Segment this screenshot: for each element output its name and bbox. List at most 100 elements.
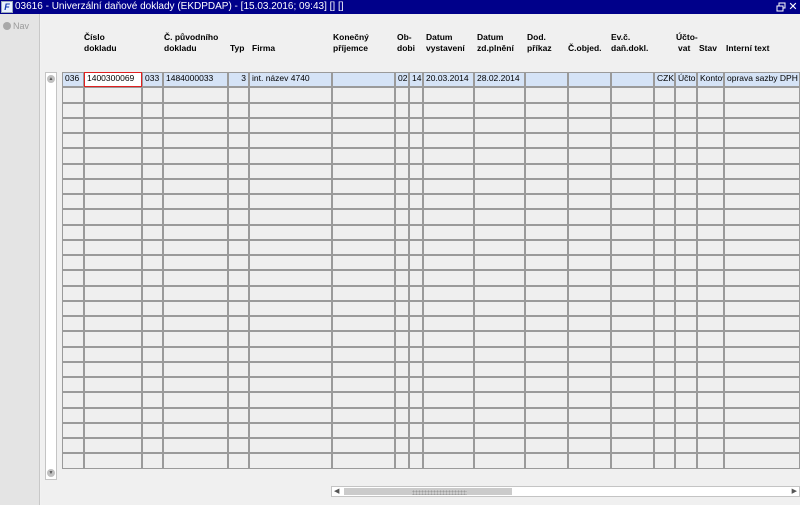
cell-c0[interactable] — [62, 377, 84, 392]
cell-c9[interactable] — [423, 133, 474, 148]
cell-c16[interactable] — [697, 194, 724, 209]
cell-c4[interactable] — [228, 316, 249, 331]
cell-c17[interactable] — [724, 377, 800, 392]
cell-c2[interactable] — [142, 377, 163, 392]
cell-c5[interactable] — [249, 453, 332, 469]
cell-c14[interactable] — [654, 270, 675, 286]
cell-c8[interactable] — [409, 118, 423, 133]
cell-c14[interactable] — [654, 362, 675, 377]
cell-c16[interactable]: Kontov — [697, 72, 724, 87]
cell-c13[interactable] — [611, 377, 654, 392]
cell-c13[interactable] — [611, 347, 654, 362]
cell-c7[interactable] — [395, 438, 409, 453]
cell-c15[interactable] — [675, 377, 697, 392]
cell-c1[interactable] — [84, 133, 142, 148]
cell-c16[interactable] — [697, 133, 724, 148]
cell-c8[interactable] — [409, 453, 423, 469]
cell-c17[interactable] — [724, 316, 800, 331]
cell-c2[interactable] — [142, 148, 163, 164]
cell-c8[interactable] — [409, 438, 423, 453]
cell-c5[interactable] — [249, 255, 332, 270]
header-obdobi[interactable]: Ob-dobi — [397, 32, 415, 54]
cell-c2[interactable] — [142, 362, 163, 377]
cell-c16[interactable] — [697, 423, 724, 438]
cell-c0[interactable] — [62, 270, 84, 286]
cell-c2[interactable] — [142, 316, 163, 331]
cell-c17[interactable] — [724, 301, 800, 316]
cell-c17[interactable] — [724, 87, 800, 103]
cell-c0[interactable] — [62, 423, 84, 438]
cell-c16[interactable] — [697, 270, 724, 286]
cell-c4[interactable] — [228, 453, 249, 469]
cell-c4[interactable] — [228, 270, 249, 286]
cell-c5[interactable]: int. název 4740 — [249, 72, 332, 87]
cell-c2[interactable] — [142, 301, 163, 316]
cell-c15[interactable] — [675, 438, 697, 453]
cell-c11[interactable] — [525, 377, 568, 392]
cell-c4[interactable] — [228, 392, 249, 408]
cell-c0[interactable] — [62, 392, 84, 408]
cell-c11[interactable] — [525, 209, 568, 225]
cell-c10[interactable] — [474, 270, 525, 286]
cell-c9[interactable] — [423, 179, 474, 194]
cell-c9[interactable] — [423, 392, 474, 408]
cell-c17[interactable] — [724, 331, 800, 347]
cell-c3[interactable] — [163, 164, 228, 179]
cell-c17[interactable] — [724, 423, 800, 438]
cell-c9[interactable] — [423, 377, 474, 392]
cell-c4[interactable] — [228, 240, 249, 255]
cell-c4[interactable] — [228, 118, 249, 133]
cell-c6[interactable] — [332, 133, 395, 148]
cell-c2[interactable] — [142, 87, 163, 103]
cell-c7[interactable] — [395, 148, 409, 164]
cell-c11[interactable] — [525, 423, 568, 438]
cell-c12[interactable] — [568, 331, 611, 347]
cell-c11[interactable] — [525, 301, 568, 316]
cell-c17[interactable] — [724, 179, 800, 194]
cell-c1[interactable] — [84, 225, 142, 240]
cell-c4[interactable] — [228, 179, 249, 194]
cell-c8[interactable] — [409, 347, 423, 362]
cell-c3[interactable] — [163, 133, 228, 148]
cell-c12[interactable] — [568, 148, 611, 164]
cell-c6[interactable] — [332, 148, 395, 164]
cell-c1[interactable] — [84, 209, 142, 225]
cell-c6[interactable] — [332, 423, 395, 438]
cell-c11[interactable] — [525, 453, 568, 469]
cell-c8[interactable] — [409, 392, 423, 408]
cell-c15[interactable] — [675, 225, 697, 240]
cell-c11[interactable] — [525, 438, 568, 453]
cell-c2[interactable] — [142, 118, 163, 133]
cell-c3[interactable] — [163, 286, 228, 301]
cell-c11[interactable] — [525, 255, 568, 270]
cell-c6[interactable] — [332, 103, 395, 118]
cell-c0[interactable] — [62, 438, 84, 453]
cell-c2[interactable] — [142, 408, 163, 423]
cell-c17[interactable] — [724, 133, 800, 148]
cell-c16[interactable] — [697, 179, 724, 194]
cell-c5[interactable] — [249, 316, 332, 331]
cell-c17[interactable] — [724, 347, 800, 362]
cell-c10[interactable] — [474, 286, 525, 301]
cell-c5[interactable] — [249, 347, 332, 362]
cell-c5[interactable] — [249, 392, 332, 408]
cell-c9[interactable] — [423, 148, 474, 164]
cell-c4[interactable]: 3 — [228, 72, 249, 87]
cell-c12[interactable] — [568, 133, 611, 148]
cell-c0[interactable] — [62, 103, 84, 118]
cell-c6[interactable] — [332, 438, 395, 453]
cell-c3[interactable] — [163, 453, 228, 469]
cell-c17[interactable] — [724, 438, 800, 453]
cell-c8[interactable] — [409, 408, 423, 423]
cell-c16[interactable] — [697, 392, 724, 408]
cell-c13[interactable] — [611, 240, 654, 255]
cell-c5[interactable] — [249, 331, 332, 347]
cell-c8[interactable] — [409, 331, 423, 347]
cell-c5[interactable] — [249, 103, 332, 118]
cell-c5[interactable] — [249, 362, 332, 377]
cell-c1[interactable] — [84, 316, 142, 331]
cell-c12[interactable] — [568, 225, 611, 240]
cell-c7[interactable] — [395, 270, 409, 286]
header-interni-text[interactable]: Interní text — [726, 43, 769, 54]
cell-c5[interactable] — [249, 118, 332, 133]
